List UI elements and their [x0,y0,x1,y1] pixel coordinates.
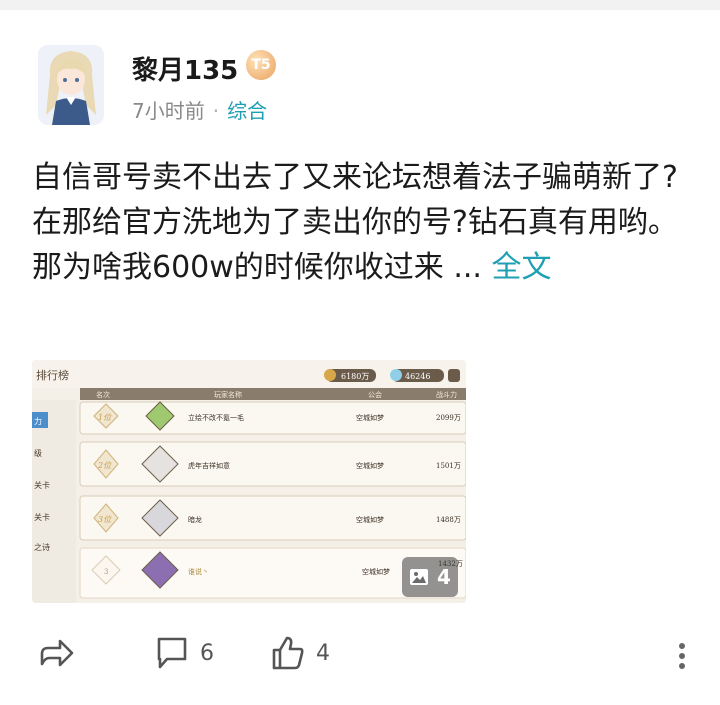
like-count: 4 [316,640,330,666]
post-body-line: 在那给官方洗地为了卖出你的号?钻石真有用哟。那为啥我600w的时候你收过来 ..… [32,200,692,290]
avatar[interactable] [38,45,104,125]
rank-label: 3位 [98,515,112,524]
player-name: 虎年吉祥如意 [188,461,230,470]
power-value: 2099万 [436,414,461,422]
rank-label: 1位 [98,413,112,422]
column-player: 玩家名称 [214,390,242,399]
player-name: 谁说丶 [188,567,209,576]
rank-label: 3 [104,568,108,576]
thumbs-up-icon [272,636,304,670]
leaderboard-screenshot: 排行榜 6180万 46246 名次 玩家名称 公会 战斗力 力 级 关卡 关卡… [32,360,466,603]
meta-separator: · [212,99,220,123]
category-link[interactable]: 综合 [227,99,267,123]
share-icon [40,639,74,667]
post-time: 7小时前 [132,99,205,123]
column-power: 战斗力 [436,390,457,399]
image-count: 4 [437,565,451,589]
level-badge-icon: T5 [246,50,276,80]
side-tab: 关卡 [34,512,50,522]
side-tab: 关卡 [34,480,50,490]
top-divider [0,0,720,10]
column-rank: 名次 [96,390,110,399]
post-body-line: 自信哥号卖不出去了又来论坛想着法子骗萌新了? [32,160,678,195]
post-meta: 7小时前 · 综合 [132,95,267,124]
guild-name: 空城如梦 [356,413,384,422]
power-value: 1501万 [436,462,461,470]
rank-row: 3位 暗龙 空城如梦 1488万 [79,495,466,541]
image-icon [410,569,429,585]
full-text-link[interactable]: 全文 [492,250,552,285]
image-count-badge[interactable]: 4 [402,557,458,597]
comment-count: 6 [200,640,214,666]
action-bar: 6 4 [0,630,720,680]
side-tab: 级 [34,448,42,458]
player-name: 立绘不改不氪一毛 [188,413,244,422]
power-value: 1488万 [436,516,461,524]
side-tab: 力 [34,416,42,426]
guild-name: 空城如梦 [362,567,390,576]
comment-icon [157,637,187,669]
guild-name: 空城如梦 [356,461,384,470]
screenshot-title: 排行榜 [36,368,69,382]
post-image[interactable]: 排行榜 6180万 46246 名次 玩家名称 公会 战斗力 力 级 关卡 关卡… [32,360,466,603]
share-button[interactable] [36,634,76,674]
player-name: 暗龙 [188,515,202,524]
more-vertical-icon[interactable] [672,640,692,674]
currency-gold: 6180万 [341,372,369,381]
rank-row: 2位 虎年吉祥如意 空城如梦 1501万 [79,441,466,487]
guild-name: 空城如梦 [356,515,384,524]
post-body-line-text: 在那给官方洗地为了卖出你的号?钻石真有用哟。那为啥我600w的时候你收过来 ..… [32,205,678,285]
rank-label: 2位 [97,461,112,470]
rank-row: 1位 立绘不改不氪一毛 空城如梦 2099万 [79,401,466,435]
author-name[interactable]: 黎月135 [132,50,238,87]
column-guild: 公会 [368,390,382,399]
side-tab: 之诗 [34,542,50,552]
comment-button[interactable]: 6 [154,634,214,672]
like-button[interactable]: 4 [270,634,330,672]
post-body[interactable]: 自信哥号卖不出去了又来论坛想着法子骗萌新了? 在那给官方洗地为了卖出你的号?钻石… [32,155,692,290]
avatar-illustration [38,45,104,125]
currency-diamond: 46246 [405,372,430,381]
